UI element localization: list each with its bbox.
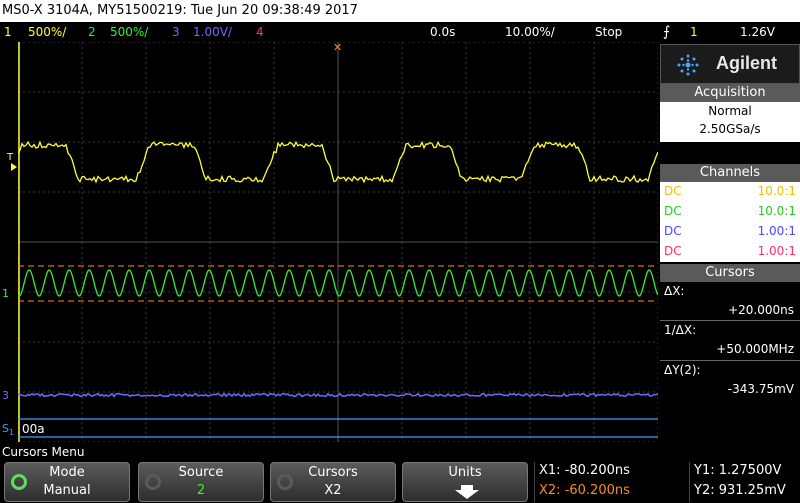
ch2-number[interactable]: 2 xyxy=(88,22,96,42)
cursors-softkey[interactable]: Cursors X2 xyxy=(270,462,396,502)
cursors-header: Cursors xyxy=(660,264,800,282)
ch3-scale[interactable]: 1.00V/ xyxy=(193,22,232,42)
ch3-number[interactable]: 3 xyxy=(172,22,180,42)
ch2-ground-marker[interactable]: 1 xyxy=(2,287,9,300)
channel-probe-ratio: 10.0:1 xyxy=(757,184,796,198)
ch4-number[interactable]: 4 xyxy=(256,22,264,42)
source-softkey[interactable]: Source 2 xyxy=(138,462,264,502)
menu-title: Cursors Menu xyxy=(2,445,85,459)
trigger-source[interactable]: 1 xyxy=(690,22,698,42)
trigger-position-marker[interactable]: T xyxy=(6,152,14,163)
channel-probe-ratio: 1.00:1 xyxy=(757,244,796,258)
left-markers: T 1 3 S 1 xyxy=(2,152,17,437)
channel-coupling: DC xyxy=(664,244,682,258)
trigger-level[interactable]: 1.26V xyxy=(740,22,775,42)
window-title: MS0-X 3104A, MY51500219: Tue Jun 20 09:3… xyxy=(0,0,800,22)
source-softkey-value: 2 xyxy=(196,483,206,498)
delta-y-label: ΔY(2): xyxy=(664,363,701,377)
mode-softkey[interactable]: Mode Manual xyxy=(4,462,130,502)
run-state[interactable]: Stop xyxy=(595,22,622,42)
digital-label: S xyxy=(2,422,9,435)
channel-probe-ratio: 1.00:1 xyxy=(757,224,796,238)
x1-readout: X1: -80.200ns xyxy=(539,463,630,478)
info-panel: Agilent Acquisition Normal 2.50GSa/s Cha… xyxy=(658,42,800,444)
delta-y-value: -343.75mV xyxy=(727,382,794,396)
brand-name: Agilent xyxy=(716,53,777,73)
ch3-ground-marker[interactable]: 3 xyxy=(2,389,9,402)
channel-coupling: DC xyxy=(664,224,682,238)
ch2-scale[interactable]: 500%/ xyxy=(110,22,148,42)
graticule xyxy=(18,42,658,442)
source-softkey-title: Source xyxy=(178,465,224,480)
channel-row: DC 1.00:1 xyxy=(660,222,800,241)
delta-x-label: ΔX: xyxy=(664,284,685,298)
acquisition-header: Acquisition xyxy=(660,84,800,102)
agilent-logo: Agilent xyxy=(660,44,800,84)
time-offset[interactable]: 0.0s xyxy=(430,22,455,42)
acquisition-section: Normal 2.50GSa/s xyxy=(660,102,800,142)
channel-row: DC 10.0:1 xyxy=(660,182,800,201)
cursors-softkey-value: X2 xyxy=(324,483,342,498)
trigger-time-marker-icon[interactable]: ✕ xyxy=(333,42,342,54)
cursors-section: ΔX: +20.000ns 1/ΔX: +50.000MHz ΔY(2): -3… xyxy=(660,282,800,404)
cursors-softkey-title: Cursors xyxy=(308,465,358,480)
channels-header: Channels xyxy=(660,164,800,182)
y2-readout: Y2: 931.25mV xyxy=(694,483,786,498)
y1-readout: Y1: 1.27500V xyxy=(694,463,782,478)
inverse-delta-x-label: 1/ΔX: xyxy=(664,323,697,337)
inverse-delta-x-value: +50.000MHz xyxy=(716,342,794,356)
channels-section: DC 10.0:1 DC 10.0:1 DC 1.00:1 DC 1.00:1 xyxy=(660,182,800,262)
status-bar: 1 500%/ 2 500%/ 3 1.00V/ 4 0.0s 10.00%/ … xyxy=(0,22,800,42)
ch1-ground-marker[interactable] xyxy=(11,163,17,171)
waveform-display[interactable]: ✕ 00a xyxy=(18,42,658,442)
mode-softkey-value: Manual xyxy=(43,483,91,498)
channel-row: DC 1.00:1 xyxy=(660,242,800,261)
spark-logo-icon xyxy=(677,54,699,76)
units-softkey-title: Units xyxy=(448,465,482,480)
units-softkey[interactable]: Units xyxy=(402,462,528,502)
channel-row: DC 10.0:1 xyxy=(660,202,800,221)
submenu-arrow-icon xyxy=(455,485,479,499)
digital-bus-value: 00a xyxy=(22,422,45,436)
ch1-number[interactable]: 1 xyxy=(4,22,12,42)
mode-softkey-title: Mode xyxy=(49,465,85,480)
trigger-edge-icon: ⨍ xyxy=(663,24,671,40)
x-cursor-readouts: X1: -80.200ns X2: -60.200ns xyxy=(534,462,689,502)
sample-rate: 2.50GSa/s xyxy=(699,122,761,136)
channel-coupling: DC xyxy=(664,184,682,198)
ch1-scale[interactable]: 500%/ xyxy=(28,22,66,42)
channel-probe-ratio: 10.0:1 xyxy=(757,204,796,218)
acquisition-mode: Normal xyxy=(708,104,752,118)
delta-x-value: +20.000ns xyxy=(728,303,794,317)
x2-readout: X2: -60.200ns xyxy=(539,483,630,498)
channel-coupling: DC xyxy=(664,204,682,218)
digital-sub-label: 1 xyxy=(9,428,14,437)
timebase[interactable]: 10.00%/ xyxy=(505,22,555,42)
y-cursor-readouts: Y1: 1.27500V Y2: 931.25mV xyxy=(689,462,800,502)
